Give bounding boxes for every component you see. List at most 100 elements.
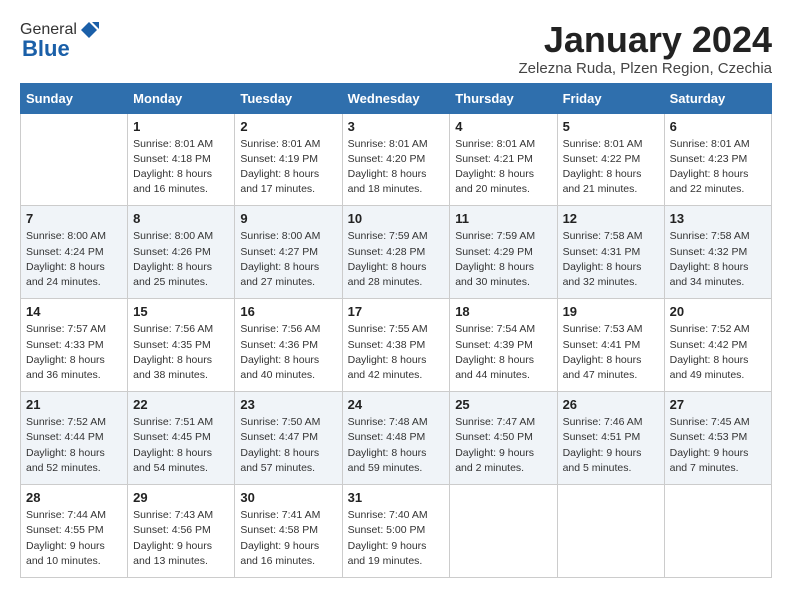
calendar-week-row: 1 Sunrise: 8:01 AMSunset: 4:18 PMDaylight… bbox=[21, 113, 772, 206]
calendar-cell: 26Sunrise: 7:46 AMSunset: 4:51 PMDayligh… bbox=[557, 392, 664, 485]
day-info: Sunrise: 7:47 AMSunset: 4:50 PMDaylight:… bbox=[455, 416, 535, 474]
day-info: Sunrise: 8:01 AMSunset: 4:18 PMDaylight:… bbox=[133, 138, 213, 196]
day-info: Sunrise: 7:55 AMSunset: 4:38 PMDaylight:… bbox=[348, 323, 428, 381]
calendar-cell: 5 Sunrise: 8:01 AMSunset: 4:22 PMDaylight… bbox=[557, 113, 664, 206]
calendar-cell: 13 Sunrise: 7:58 AMSunset: 4:32 PMDayligh… bbox=[664, 206, 771, 299]
day-info: Sunrise: 8:01 AMSunset: 4:21 PMDaylight:… bbox=[455, 138, 535, 196]
calendar-cell: 22 Sunrise: 7:51 AMSunset: 4:45 PMDayligh… bbox=[128, 392, 235, 485]
day-number: 2 bbox=[240, 119, 336, 134]
day-info: Sunrise: 8:00 AMSunset: 4:27 PMDaylight:… bbox=[240, 230, 320, 288]
day-number: 13 bbox=[670, 211, 766, 226]
weekday-header-row: SundayMondayTuesdayWednesdayThursdayFrid… bbox=[21, 83, 772, 113]
calendar-cell: 6 Sunrise: 8:01 AMSunset: 4:23 PMDaylight… bbox=[664, 113, 771, 206]
day-info: Sunrise: 8:01 AMSunset: 4:20 PMDaylight:… bbox=[348, 138, 428, 196]
day-number: 7 bbox=[26, 211, 122, 226]
calendar-cell: 1 Sunrise: 8:01 AMSunset: 4:18 PMDaylight… bbox=[128, 113, 235, 206]
day-info: Sunrise: 8:01 AMSunset: 4:22 PMDaylight:… bbox=[563, 138, 643, 196]
day-number: 19 bbox=[563, 304, 659, 319]
calendar-cell: 20 Sunrise: 7:52 AMSunset: 4:42 PMDayligh… bbox=[664, 299, 771, 392]
weekday-header: Monday bbox=[128, 83, 235, 113]
calendar-cell: 30Sunrise: 7:41 AMSunset: 4:58 PMDayligh… bbox=[235, 485, 342, 578]
calendar-cell: 31 Sunrise: 7:40 AMSunset: 5:00 PMDayligh… bbox=[342, 485, 450, 578]
day-info: Sunrise: 8:01 AMSunset: 4:19 PMDaylight:… bbox=[240, 138, 320, 196]
calendar-cell bbox=[557, 485, 664, 578]
day-info: Sunrise: 7:58 AMSunset: 4:32 PMDaylight:… bbox=[670, 230, 750, 288]
location-subtitle: Zelezna Ruda, Plzen Region, Czechia bbox=[519, 60, 772, 77]
day-number: 27 bbox=[670, 397, 766, 412]
day-info: Sunrise: 7:45 AMSunset: 4:53 PMDaylight:… bbox=[670, 416, 750, 474]
calendar-cell: 16Sunrise: 7:56 AMSunset: 4:36 PMDayligh… bbox=[235, 299, 342, 392]
day-number: 26 bbox=[563, 397, 659, 412]
logo-blue-text: Blue bbox=[22, 36, 70, 62]
day-number: 6 bbox=[670, 119, 766, 134]
day-info: Sunrise: 7:50 AMSunset: 4:47 PMDaylight:… bbox=[240, 416, 320, 474]
weekday-header: Thursday bbox=[450, 83, 557, 113]
day-number: 10 bbox=[348, 211, 445, 226]
weekday-header: Tuesday bbox=[235, 83, 342, 113]
calendar-cell: 27 Sunrise: 7:45 AMSunset: 4:53 PMDayligh… bbox=[664, 392, 771, 485]
weekday-header: Sunday bbox=[21, 83, 128, 113]
calendar-cell: 19Sunrise: 7:53 AMSunset: 4:41 PMDayligh… bbox=[557, 299, 664, 392]
day-info: Sunrise: 7:52 AMSunset: 4:44 PMDaylight:… bbox=[26, 416, 106, 474]
calendar-cell: 17Sunrise: 7:55 AMSunset: 4:38 PMDayligh… bbox=[342, 299, 450, 392]
day-info: Sunrise: 7:56 AMSunset: 4:35 PMDaylight:… bbox=[133, 323, 213, 381]
calendar-cell: 23 Sunrise: 7:50 AMSunset: 4:47 PMDayligh… bbox=[235, 392, 342, 485]
day-number: 21 bbox=[26, 397, 122, 412]
day-number: 14 bbox=[26, 304, 122, 319]
calendar-cell: 14 Sunrise: 7:57 AMSunset: 4:33 PMDayligh… bbox=[21, 299, 128, 392]
day-number: 9 bbox=[240, 211, 336, 226]
calendar-cell: 25 Sunrise: 7:47 AMSunset: 4:50 PMDayligh… bbox=[450, 392, 557, 485]
calendar-cell: 11 Sunrise: 7:59 AMSunset: 4:29 PMDayligh… bbox=[450, 206, 557, 299]
weekday-header: Wednesday bbox=[342, 83, 450, 113]
day-info: Sunrise: 8:00 AMSunset: 4:24 PMDaylight:… bbox=[26, 230, 106, 288]
calendar-cell: 29Sunrise: 7:43 AMSunset: 4:56 PMDayligh… bbox=[128, 485, 235, 578]
calendar-week-row: 21 Sunrise: 7:52 AMSunset: 4:44 PMDayligh… bbox=[21, 392, 772, 485]
calendar-week-row: 28 Sunrise: 7:44 AMSunset: 4:55 PMDayligh… bbox=[21, 485, 772, 578]
calendar-cell: 4 Sunrise: 8:01 AMSunset: 4:21 PMDaylight… bbox=[450, 113, 557, 206]
calendar-cell: 7 Sunrise: 8:00 AMSunset: 4:24 PMDaylight… bbox=[21, 206, 128, 299]
day-number: 24 bbox=[348, 397, 445, 412]
day-info: Sunrise: 7:44 AMSunset: 4:55 PMDaylight:… bbox=[26, 509, 106, 567]
month-title: January 2024 bbox=[519, 20, 772, 60]
logo: General Blue bbox=[20, 20, 99, 62]
calendar-cell: 24 Sunrise: 7:48 AMSunset: 4:48 PMDayligh… bbox=[342, 392, 450, 485]
day-info: Sunrise: 7:58 AMSunset: 4:31 PMDaylight:… bbox=[563, 230, 643, 288]
day-info: Sunrise: 7:59 AMSunset: 4:29 PMDaylight:… bbox=[455, 230, 535, 288]
day-number: 1 bbox=[133, 119, 229, 134]
day-number: 8 bbox=[133, 211, 229, 226]
day-number: 28 bbox=[26, 490, 122, 505]
calendar-cell bbox=[664, 485, 771, 578]
day-number: 30 bbox=[240, 490, 336, 505]
day-number: 4 bbox=[455, 119, 551, 134]
day-info: Sunrise: 7:52 AMSunset: 4:42 PMDaylight:… bbox=[670, 323, 750, 381]
day-number: 25 bbox=[455, 397, 551, 412]
day-number: 3 bbox=[348, 119, 445, 134]
day-info: Sunrise: 7:54 AMSunset: 4:39 PMDaylight:… bbox=[455, 323, 535, 381]
day-number: 20 bbox=[670, 304, 766, 319]
calendar-week-row: 14 Sunrise: 7:57 AMSunset: 4:33 PMDayligh… bbox=[21, 299, 772, 392]
day-info: Sunrise: 7:51 AMSunset: 4:45 PMDaylight:… bbox=[133, 416, 213, 474]
day-number: 29 bbox=[133, 490, 229, 505]
day-number: 18 bbox=[455, 304, 551, 319]
day-number: 12 bbox=[563, 211, 659, 226]
calendar-cell: 15Sunrise: 7:56 AMSunset: 4:35 PMDayligh… bbox=[128, 299, 235, 392]
day-info: Sunrise: 8:00 AMSunset: 4:26 PMDaylight:… bbox=[133, 230, 213, 288]
day-number: 16 bbox=[240, 304, 336, 319]
day-number: 11 bbox=[455, 211, 551, 226]
day-info: Sunrise: 7:48 AMSunset: 4:48 PMDaylight:… bbox=[348, 416, 428, 474]
calendar-cell bbox=[21, 113, 128, 206]
calendar-cell bbox=[450, 485, 557, 578]
day-info: Sunrise: 7:57 AMSunset: 4:33 PMDaylight:… bbox=[26, 323, 106, 381]
day-info: Sunrise: 8:01 AMSunset: 4:23 PMDaylight:… bbox=[670, 138, 750, 196]
day-number: 5 bbox=[563, 119, 659, 134]
calendar-cell: 28 Sunrise: 7:44 AMSunset: 4:55 PMDayligh… bbox=[21, 485, 128, 578]
day-number: 22 bbox=[133, 397, 229, 412]
day-info: Sunrise: 7:40 AMSunset: 5:00 PMDaylight:… bbox=[348, 509, 428, 567]
calendar-cell: 10Sunrise: 7:59 AMSunset: 4:28 PMDayligh… bbox=[342, 206, 450, 299]
day-number: 23 bbox=[240, 397, 336, 412]
calendar-cell: 3 Sunrise: 8:01 AMSunset: 4:20 PMDaylight… bbox=[342, 113, 450, 206]
day-number: 31 bbox=[348, 490, 445, 505]
calendar-cell: 21 Sunrise: 7:52 AMSunset: 4:44 PMDayligh… bbox=[21, 392, 128, 485]
calendar-cell: 12 Sunrise: 7:58 AMSunset: 4:31 PMDayligh… bbox=[557, 206, 664, 299]
calendar-cell: 18 Sunrise: 7:54 AMSunset: 4:39 PMDayligh… bbox=[450, 299, 557, 392]
